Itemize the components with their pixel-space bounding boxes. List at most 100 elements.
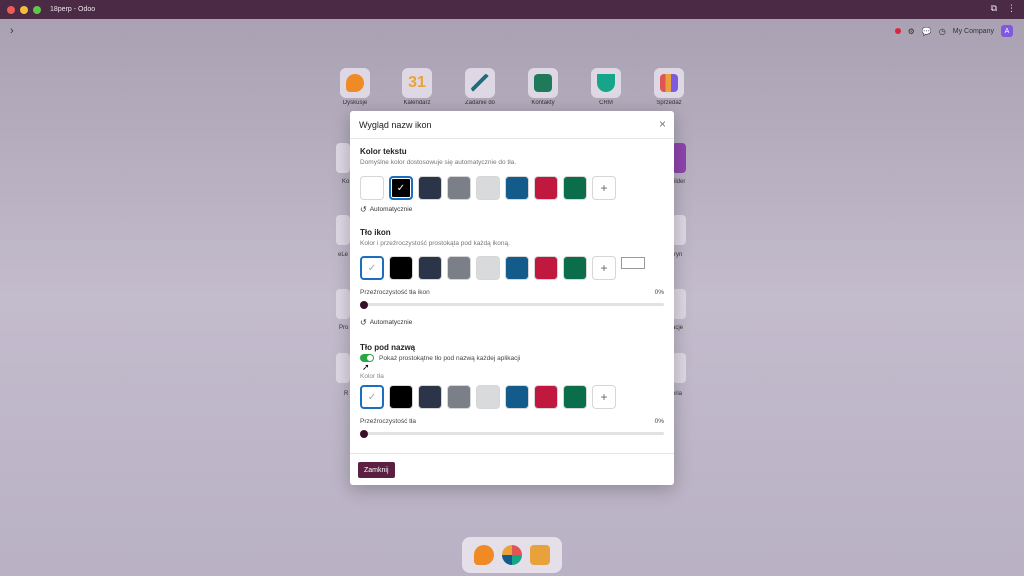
dialog-footer: Zamknij: [350, 453, 674, 485]
chevron-right-icon[interactable]: ›: [10, 25, 14, 37]
background-color-label: Kolor tła: [360, 373, 384, 380]
app-tile-partial[interactable]: [336, 353, 350, 383]
swatch-black[interactable]: ✓: [389, 176, 413, 200]
swatch-light-gray[interactable]: [476, 176, 500, 200]
app-tile-partial[interactable]: [336, 215, 350, 245]
sales-chart-icon: [660, 74, 678, 92]
add-color-button[interactable]: +: [592, 256, 616, 280]
add-color-button[interactable]: +: [592, 176, 616, 200]
settings-icon[interactable]: ⚙: [908, 27, 915, 36]
extensions-icon[interactable]: ⧉: [991, 3, 997, 14]
name-background-section: Tło pod nazwą Pokaż prostokątne tło pod …: [360, 343, 664, 443]
close-button[interactable]: Zamknij: [358, 462, 395, 478]
dialog-title: Wygląd nazw ikon: [359, 119, 432, 130]
icon-background-swatches: ✓ +: [360, 256, 616, 280]
window-titlebar: 18perp - Odoo ⧉ ⋮: [0, 0, 1024, 19]
recording-indicator-icon[interactable]: [894, 28, 901, 34]
app-sales[interactable]: Sprzedaż: [652, 68, 686, 106]
checkmark-icon: ✓: [367, 391, 377, 403]
add-color-button[interactable]: +: [592, 385, 616, 409]
swatch-navy[interactable]: [418, 385, 442, 409]
swatch-blue[interactable]: [505, 176, 529, 200]
swatch-green[interactable]: [563, 385, 587, 409]
clock-icon[interactable]: ◷: [939, 27, 946, 36]
swatch-gray[interactable]: [447, 256, 471, 280]
user-avatar[interactable]: A: [1001, 25, 1013, 37]
swatch-navy[interactable]: [418, 256, 442, 280]
text-color-swatches: ✓ +: [360, 176, 616, 200]
apps-hexagon-icon[interactable]: [530, 545, 550, 565]
app-contacts[interactable]: Kontakty: [526, 68, 560, 106]
maximize-window-button[interactable]: [33, 5, 41, 14]
swatch-light-gray[interactable]: [476, 256, 500, 280]
swatch-crimson[interactable]: [534, 256, 558, 280]
systray: ⚙ 💬 ◷ My Company A: [894, 25, 1013, 37]
dashboard-icon[interactable]: [502, 545, 522, 565]
app-tile-partial[interactable]: [336, 143, 350, 173]
swatch-white[interactable]: [360, 176, 384, 200]
swatch-black[interactable]: [389, 385, 413, 409]
app-label-partial: ryn: [674, 252, 683, 258]
discuss-icon: [346, 74, 364, 92]
toggle-label: Pokaż prostokątne tło pod nazwą każdej a…: [379, 354, 521, 362]
app-crm[interactable]: CRM: [589, 68, 623, 106]
checkmark-icon: ✓: [367, 262, 377, 274]
app-calendar[interactable]: 31 Kalendarz: [400, 68, 434, 106]
swatch-gray[interactable]: [447, 176, 471, 200]
app-todo[interactable]: Zadanie do: [463, 68, 497, 106]
icon-opacity-slider[interactable]: [360, 300, 664, 309]
swatch-white[interactable]: ✓: [360, 385, 384, 409]
app-tile-partial[interactable]: [672, 353, 686, 383]
slider-thumb[interactable]: [360, 300, 368, 309]
name-opacity-value: 0%: [654, 418, 664, 425]
app-discuss[interactable]: Dyskusje: [338, 68, 372, 106]
app-tile-partial[interactable]: [672, 215, 686, 245]
swatch-blue[interactable]: [505, 256, 529, 280]
checkmark-icon: ✓: [396, 182, 406, 194]
name-background-toggle[interactable]: [360, 354, 374, 362]
swatch-crimson[interactable]: [534, 176, 558, 200]
icon-background-section: Tło ikon Kolor i przeźroczystość prostok…: [360, 228, 664, 328]
auto-text-color-link[interactable]: ↺ Automatycznie: [360, 205, 412, 214]
discuss-icon[interactable]: [474, 545, 494, 565]
swatch-gray[interactable]: [447, 385, 471, 409]
calendar-icon: 31: [408, 74, 426, 91]
window-title: 18perp - Odoo: [50, 6, 96, 13]
app-dock: [462, 537, 562, 573]
app-tile-partial[interactable]: [672, 289, 686, 319]
icon-opacity-value: 0%: [654, 289, 664, 296]
close-window-button[interactable]: [7, 5, 15, 14]
mouse-cursor-icon: ➚: [362, 362, 370, 372]
close-icon[interactable]: ×: [659, 117, 666, 131]
name-opacity-label: Przeźroczystość tła: [360, 418, 416, 425]
section-title: Tło pod nazwą: [360, 343, 416, 352]
auto-icon-background-link[interactable]: ↺ Automatycznie: [360, 318, 412, 327]
swatch-blue[interactable]: [505, 385, 529, 409]
chat-icon[interactable]: 💬: [922, 27, 932, 36]
reset-icon: ↺: [360, 205, 367, 214]
swatch-navy[interactable]: [418, 176, 442, 200]
swatch-white[interactable]: ✓: [360, 256, 384, 280]
app-tile-partial[interactable]: [336, 289, 350, 319]
section-description: Domyślne kolor dostosowuje się automatyc…: [360, 159, 517, 166]
text-color-section: Kolor tekstu Domyślne kolor dostosowuje …: [360, 147, 664, 217]
icon-opacity-label: Przeźroczystość tła ikon: [360, 289, 430, 296]
swatch-green[interactable]: [563, 176, 587, 200]
swatch-light-gray[interactable]: [476, 385, 500, 409]
name-background-toggle-row[interactable]: Pokaż prostokątne tło pod nazwą każdej a…: [360, 354, 520, 362]
swatch-black[interactable]: [389, 256, 413, 280]
icon-background-preview: [621, 257, 645, 269]
slider-thumb[interactable]: [360, 429, 368, 438]
swatch-crimson[interactable]: [534, 385, 558, 409]
app-tile-partial[interactable]: [672, 143, 686, 173]
todo-icon: [471, 74, 489, 92]
reset-icon: ↺: [360, 318, 367, 327]
minimize-window-button[interactable]: [20, 5, 28, 14]
company-switcher[interactable]: My Company: [953, 28, 994, 35]
name-opacity-slider[interactable]: [360, 429, 664, 438]
app-label-partial: Pro: [339, 325, 349, 331]
section-title: Tło ikon: [360, 228, 391, 237]
swatch-green[interactable]: [563, 256, 587, 280]
app-label-partial: eLe: [338, 252, 349, 258]
more-menu-icon[interactable]: ⋮: [1007, 3, 1016, 14]
